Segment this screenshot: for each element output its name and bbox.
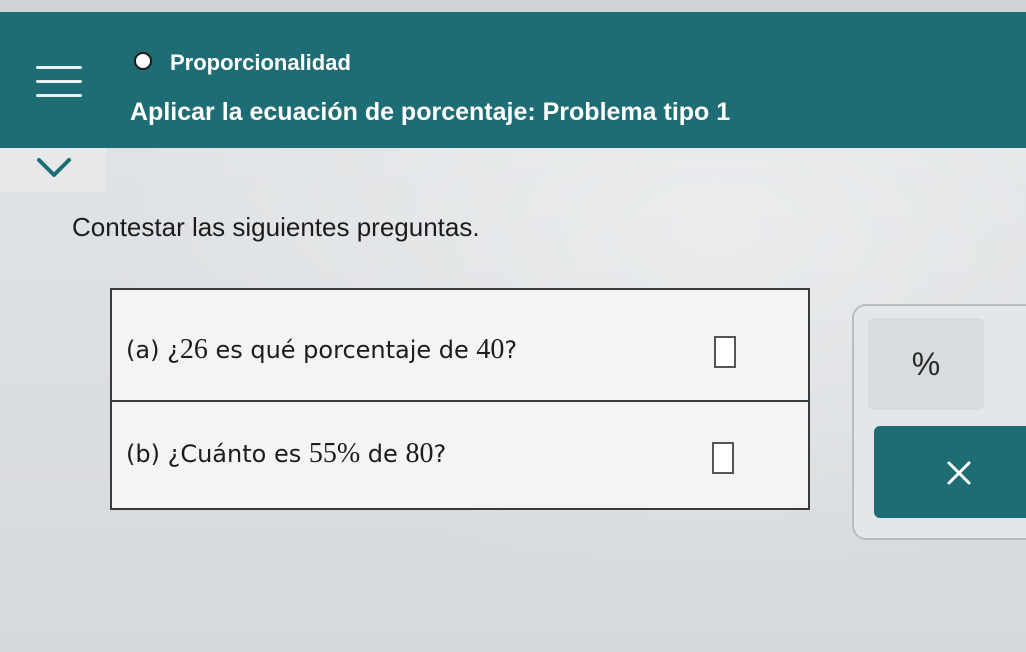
math-value: 80 [405, 438, 434, 469]
math-value: 26 [179, 334, 208, 365]
question-label: ? [433, 440, 447, 468]
answer-input-a[interactable] [714, 336, 736, 368]
percent-label: % [911, 346, 941, 382]
question-label: de [360, 440, 406, 468]
question-text-b: (b) ¿Cuánto es 55% de 80? [126, 438, 446, 470]
question-text-a: (a) ¿26 es qué porcentaje de 40? [126, 334, 517, 366]
chevron-down-icon [37, 158, 71, 177]
question-label: (a) ¿ [126, 336, 180, 364]
question-label: ? [504, 336, 518, 364]
close-icon [947, 461, 971, 485]
math-value: 40 [476, 334, 505, 365]
topic-label: Proporcionalidad [170, 50, 351, 75]
answer-input-b[interactable] [712, 442, 734, 474]
percent-button[interactable]: % [868, 318, 984, 410]
question-row-a: (a) ¿26 es qué porcentaje de 40? [112, 290, 808, 402]
collapse-toggle[interactable] [0, 148, 106, 192]
question-row-b: (b) ¿Cuánto es 55% de 80? [112, 402, 808, 508]
hamburger-menu-icon[interactable] [36, 66, 82, 100]
header-bar: Proporcionalidad Aplicar la ecuación de … [0, 12, 1026, 148]
question-label: (b) ¿Cuánto es [126, 440, 309, 468]
question-label: es qué porcentaje de [207, 336, 477, 364]
circle-icon [134, 52, 152, 70]
page-title: Aplicar la ecuación de porcentaje: Probl… [130, 98, 731, 126]
math-value: 55% [308, 438, 361, 469]
clear-button[interactable] [874, 426, 1026, 518]
instructions-text: Contestar las siguientes preguntas. [72, 212, 480, 242]
question-table: (a) ¿26 es qué porcentaje de 40? (b) ¿Cu… [110, 288, 810, 510]
